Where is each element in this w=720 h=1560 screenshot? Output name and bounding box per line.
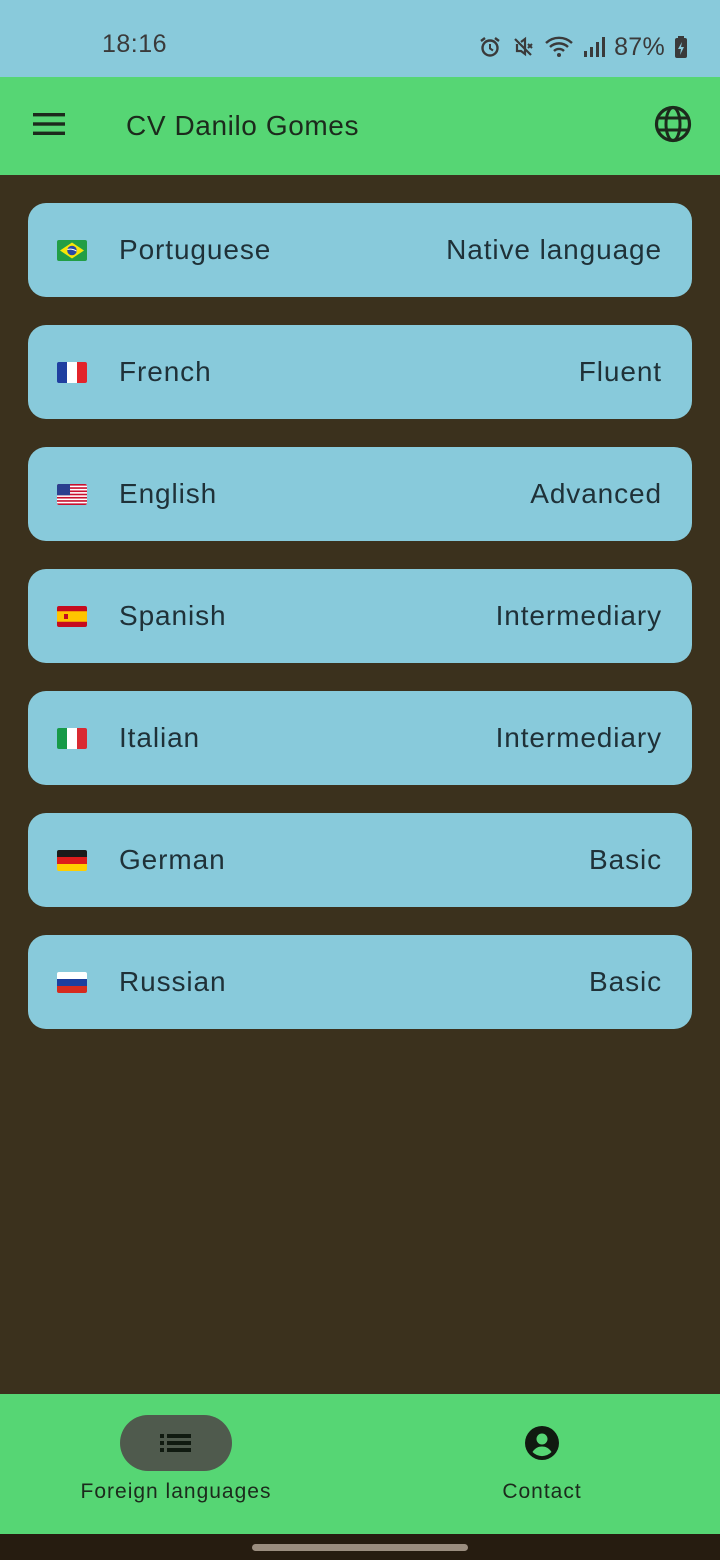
status-bar: 18:16 87% [0,0,720,77]
language-card-german[interactable]: German Basic [28,813,692,907]
gesture-navigation-area [0,1534,720,1560]
app-bar: CV Danilo Gomes [0,77,720,175]
language-card-italian[interactable]: Italian Intermediary [28,691,692,785]
list-icon [158,1425,194,1461]
language-level: Basic [589,966,662,997]
menu-icon [32,111,66,142]
alarm-icon [478,35,502,59]
brazil-flag-icon [57,240,87,261]
language-button[interactable] [650,103,696,149]
language-level: Intermediary [495,600,662,631]
language-name: Spanish [119,600,227,631]
battery-percentage: 87% [614,32,665,61]
nav-label: Contact [502,1480,582,1503]
language-name: Russian [119,966,227,997]
language-level: Intermediary [495,722,662,753]
home-gesture-handle[interactable] [252,1544,468,1551]
bottom-navigation: Foreign languages Contact [0,1394,720,1534]
usa-flag-icon [57,484,87,505]
nav-item-contact[interactable]: Contact [362,1394,720,1534]
italy-flag-icon [57,728,87,749]
language-card-portuguese[interactable]: Portuguese Native language [28,203,692,297]
germany-flag-icon [57,850,87,871]
nav-item-foreign-languages[interactable]: Foreign languages [0,1394,360,1534]
language-name: Italian [119,722,201,753]
status-icons: 87% [478,31,688,63]
language-level: Advanced [530,478,662,509]
account-circle-icon [524,1425,560,1461]
spain-flag-icon [57,606,87,627]
language-name: French [119,356,212,387]
language-card-english[interactable]: English Advanced [28,447,692,541]
language-name: English [119,478,218,509]
globe-icon [654,105,692,148]
signal-icon [583,35,606,59]
vibrate-off-icon [511,35,535,59]
language-card-french[interactable]: French Fluent [28,325,692,419]
menu-button[interactable] [22,101,76,151]
language-level: Native language [446,234,662,265]
language-level: Basic [589,844,662,875]
russia-flag-icon [57,972,87,993]
language-name: Portuguese [119,234,272,265]
language-list: Portuguese Native language French Fluent… [28,203,692,1057]
language-card-spanish[interactable]: Spanish Intermediary [28,569,692,663]
status-time: 18:16 [102,30,168,58]
language-card-russian[interactable]: Russian Basic [28,935,692,1029]
app-title: CV Danilo Gomes [126,110,360,141]
battery-charging-icon [674,35,688,59]
language-level: Fluent [578,356,662,387]
language-name: German [119,844,226,875]
wifi-icon [544,35,574,59]
france-flag-icon [57,362,87,383]
nav-label: Foreign languages [80,1480,272,1503]
